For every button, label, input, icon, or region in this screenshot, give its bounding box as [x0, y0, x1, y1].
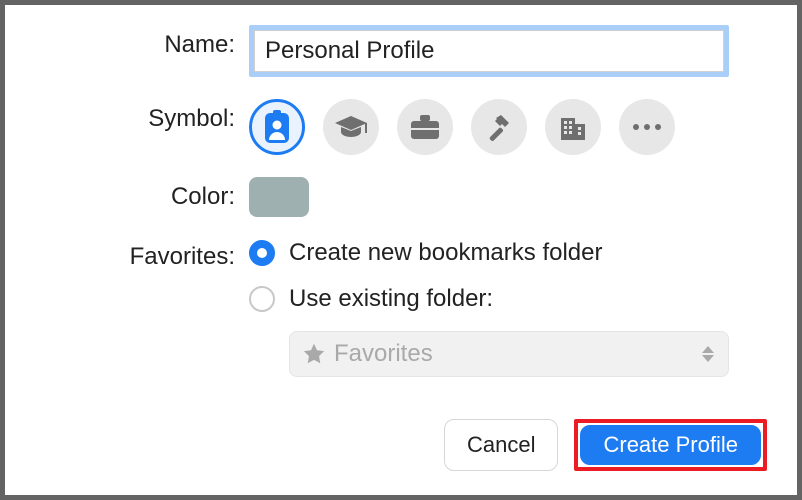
folder-picker: Favorites: [289, 331, 729, 377]
more-icon: [633, 124, 661, 130]
favorites-option-use-existing[interactable]: Use existing folder:: [249, 285, 767, 313]
create-profile-dialog: Name: Symbol:: [0, 0, 802, 500]
dialog-footer: Cancel Create Profile: [444, 419, 767, 471]
symbol-option-hammer[interactable]: [471, 99, 527, 155]
radio-use-existing-label: Use existing folder:: [289, 285, 493, 313]
symbol-option-id-badge[interactable]: [249, 99, 305, 155]
create-profile-highlight: Create Profile: [574, 419, 767, 471]
name-input-focus-ring: [249, 25, 729, 77]
symbol-option-graduation-cap[interactable]: [323, 99, 379, 155]
name-label: Name:: [35, 25, 235, 59]
symbol-option-briefcase[interactable]: [397, 99, 453, 155]
symbol-label: Symbol:: [35, 99, 235, 133]
name-input[interactable]: [254, 30, 724, 72]
favorites-option-create-new[interactable]: Create new bookmarks folder: [249, 239, 767, 267]
form: Name: Symbol:: [35, 25, 767, 377]
symbol-picker: [249, 99, 767, 155]
graduation-cap-icon: [334, 114, 368, 140]
building-icon: [558, 112, 588, 142]
radio-use-existing[interactable]: [249, 286, 275, 312]
briefcase-icon: [409, 113, 441, 141]
symbol-option-building[interactable]: [545, 99, 601, 155]
color-label: Color:: [35, 177, 235, 211]
favorites-options: Create new bookmarks folder Use existing…: [249, 239, 767, 377]
star-icon: [304, 344, 324, 364]
radio-create-new[interactable]: [249, 240, 275, 266]
folder-picker-value: Favorites: [334, 340, 433, 368]
id-badge-icon: [264, 110, 290, 144]
favorites-label: Favorites:: [35, 239, 235, 271]
cancel-button[interactable]: Cancel: [444, 419, 558, 471]
chevron-up-down-icon: [702, 346, 714, 362]
color-swatch[interactable]: [249, 177, 309, 217]
symbol-option-more[interactable]: [619, 99, 675, 155]
create-profile-button[interactable]: Create Profile: [580, 425, 761, 465]
hammer-icon: [484, 112, 514, 142]
radio-create-new-label: Create new bookmarks folder: [289, 239, 602, 267]
